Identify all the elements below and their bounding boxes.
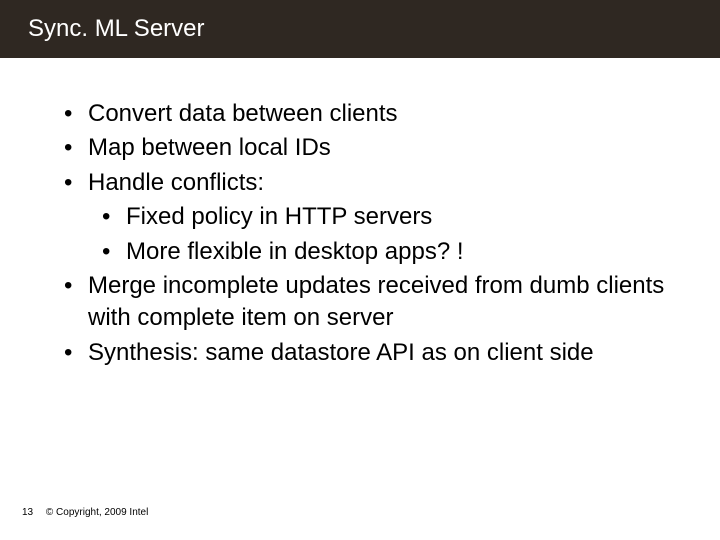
list-item: Handle conflicts: Fixed policy in HTTP s… [60,167,670,268]
list-item-text: Synthesis: same datastore API as on clie… [88,339,594,366]
list-item: Merge incomplete updates received from d… [60,270,670,335]
list-item: More flexible in desktop apps? ! [88,236,670,268]
content-area: Convert data between clients Map between… [0,58,720,369]
list-item-text: Handle conflicts: [88,169,264,196]
list-item: Map between local IDs [60,132,670,164]
bullet-list: Convert data between clients Map between… [60,98,670,369]
copyright-text: © Copyright, 2009 Intel [46,507,148,518]
slide-title: Sync. ML Server [28,15,205,43]
footer: 13 © Copyright, 2009 Intel [22,507,148,518]
list-item-text: Fixed policy in HTTP servers [126,203,432,230]
page-number: 13 [22,507,33,518]
list-item-text: More flexible in desktop apps? ! [126,238,464,265]
list-item-text: Merge incomplete updates received from d… [88,272,664,331]
list-item: Synthesis: same datastore API as on clie… [60,337,670,369]
sub-bullet-list: Fixed policy in HTTP servers More flexib… [88,201,670,268]
list-item: Convert data between clients [60,98,670,130]
title-bar: Sync. ML Server [0,0,720,58]
list-item-text: Map between local IDs [88,134,331,161]
list-item-text: Convert data between clients [88,100,398,127]
list-item: Fixed policy in HTTP servers [88,201,670,233]
